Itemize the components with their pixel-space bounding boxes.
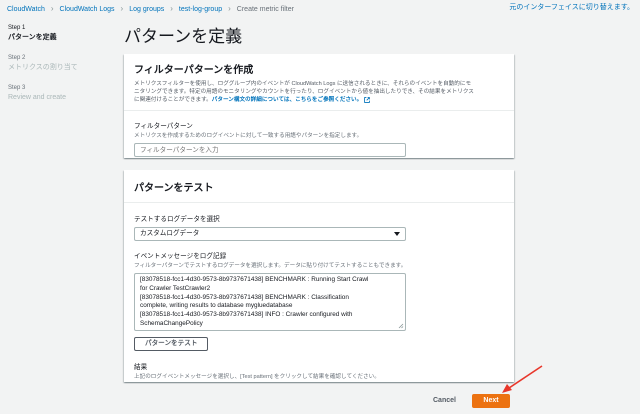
breadcrumb-current: Create metric filter (236, 5, 294, 13)
step-label: メトリクスの割り当て (8, 64, 78, 71)
field-description: フィルターパターンでテストするログデータを選択します。データに貼り付けてテストす… (134, 263, 407, 269)
panel-header: パターンをテスト (124, 170, 514, 203)
results-field: 結果 上記のログイベントメッセージを選択し、[Test pattern] をクリ… (124, 351, 514, 380)
event-messages-field: イベントメッセージをログ記録 フィルターパターンでテストするログデータを選択しま… (124, 241, 514, 351)
breadcrumb-log-groups[interactable]: Log groups (129, 6, 164, 13)
filter-pattern-panel: フィルターパターンを作成 メトリクスフィルターを使用し、ロググループ内のイベント… (124, 54, 514, 158)
step-3: Step 3 Review and create (8, 84, 108, 102)
description-line: メトリクスフィルターを使用し、ロググループ内のイベントが CloudWatch … (134, 81, 472, 87)
test-pattern-button[interactable]: パターンをテスト (134, 337, 209, 351)
log-data-select-field: テストするログデータを選択 カスタムログデータ (124, 203, 514, 241)
log-data-select[interactable]: カスタムログデータ (134, 227, 406, 241)
pattern-syntax-link[interactable]: パターン構文の詳細については、こちらをご参照ください。 (212, 97, 362, 103)
step-label: パターンを定義 (8, 34, 57, 41)
chevron-right-icon: › (170, 4, 173, 13)
log-line: complete, writing results to database my… (140, 302, 293, 310)
field-label: イベントメッセージをログ記録 (134, 253, 227, 260)
panel-header: フィルターパターンを作成 メトリクスフィルターを使用し、ロググループ内のイベント… (124, 54, 514, 111)
log-line: [83078518-fcc1-4d30-9573-8b9737671438] B… (140, 276, 369, 283)
breadcrumb-test-log-group[interactable]: test-log-group (179, 6, 222, 13)
description-text: に関連付けることができます。 (134, 97, 212, 103)
filter-pattern-input[interactable] (134, 143, 406, 157)
chevron-right-icon: › (120, 4, 124, 13)
breadcrumb-cloudwatch-logs[interactable]: CloudWatch Logs (60, 6, 115, 13)
annotation-arrow-icon (502, 365, 543, 393)
step-number: Step 2 (8, 55, 26, 61)
filter-pattern-field: フィルターパターン メトリクスを作成するためのログイベントに対して一致する用語や… (124, 111, 514, 157)
step-2: Step 2 メトリクスの割り当て (8, 54, 108, 72)
log-line: SchemaChangePolicy (140, 319, 203, 327)
log-line: [83078518-fcc1-4d30-9573-8b9737671438] B… (140, 293, 349, 301)
description-line: ニタリングできます。特定の用語のモニタリングやカウントを行ったり、ログイベントか… (134, 89, 474, 95)
external-link-icon[interactable] (364, 96, 371, 103)
panel-title: パターンをテスト (134, 183, 214, 194)
breadcrumb: CloudWatch › CloudWatch Logs › Log group… (7, 0, 294, 18)
field-label: テストするログデータを選択 (134, 216, 220, 223)
step-number: Step 1 (8, 25, 26, 31)
chevron-right-icon: › (50, 4, 54, 13)
log-line: [83078518-fcc1-4d30-9573-8b9737671438] I… (140, 311, 353, 319)
field-label: フィルターパターン (134, 123, 193, 130)
switch-old-interface-link[interactable]: 元のインターフェイスに切り替えます。 (509, 2, 634, 12)
step-number: Step 3 (8, 85, 26, 91)
description-line: に関連付けることができます。パターン構文の詳細については、こちらをご参照ください… (134, 96, 504, 104)
panel-description: メトリクスフィルターを使用し、ロググループ内のイベントが CloudWatch … (134, 80, 504, 104)
breadcrumb-cloudwatch[interactable]: CloudWatch (7, 6, 45, 13)
results-label: 結果 (134, 364, 148, 371)
cancel-button[interactable]: Cancel (433, 397, 456, 404)
log-messages-textarea[interactable]: [83078518-fcc1-4d30-9573-8b9737671438] B… (134, 273, 406, 331)
test-pattern-panel: パターンをテスト テストするログデータを選択 カスタムログデータ イベントメッセ… (124, 170, 514, 382)
page-title: パターンを定義 (124, 27, 243, 46)
resize-handle-icon[interactable] (398, 323, 404, 329)
log-line: for Crawler TestCrawler2 (140, 284, 211, 292)
results-description: 上記のログイベントメッセージを選択し、[Test pattern] をクリックし… (134, 374, 380, 380)
step-1[interactable]: Step 1 パターンを定義 (8, 24, 108, 42)
panel-title: フィルターパターンを作成 (134, 65, 254, 76)
caret-down-icon (394, 232, 400, 236)
field-description: メトリクスを作成するためのログイベントに対して一致する用語やパターンを指定します… (134, 133, 363, 139)
chevron-right-icon: › (228, 4, 231, 13)
wizard-steps: Step 1 パターンを定義 Step 2 メトリクスの割り当て Step 3 … (8, 24, 108, 114)
select-value: カスタムログデータ (140, 230, 200, 237)
step-label: Review and create (8, 94, 66, 101)
